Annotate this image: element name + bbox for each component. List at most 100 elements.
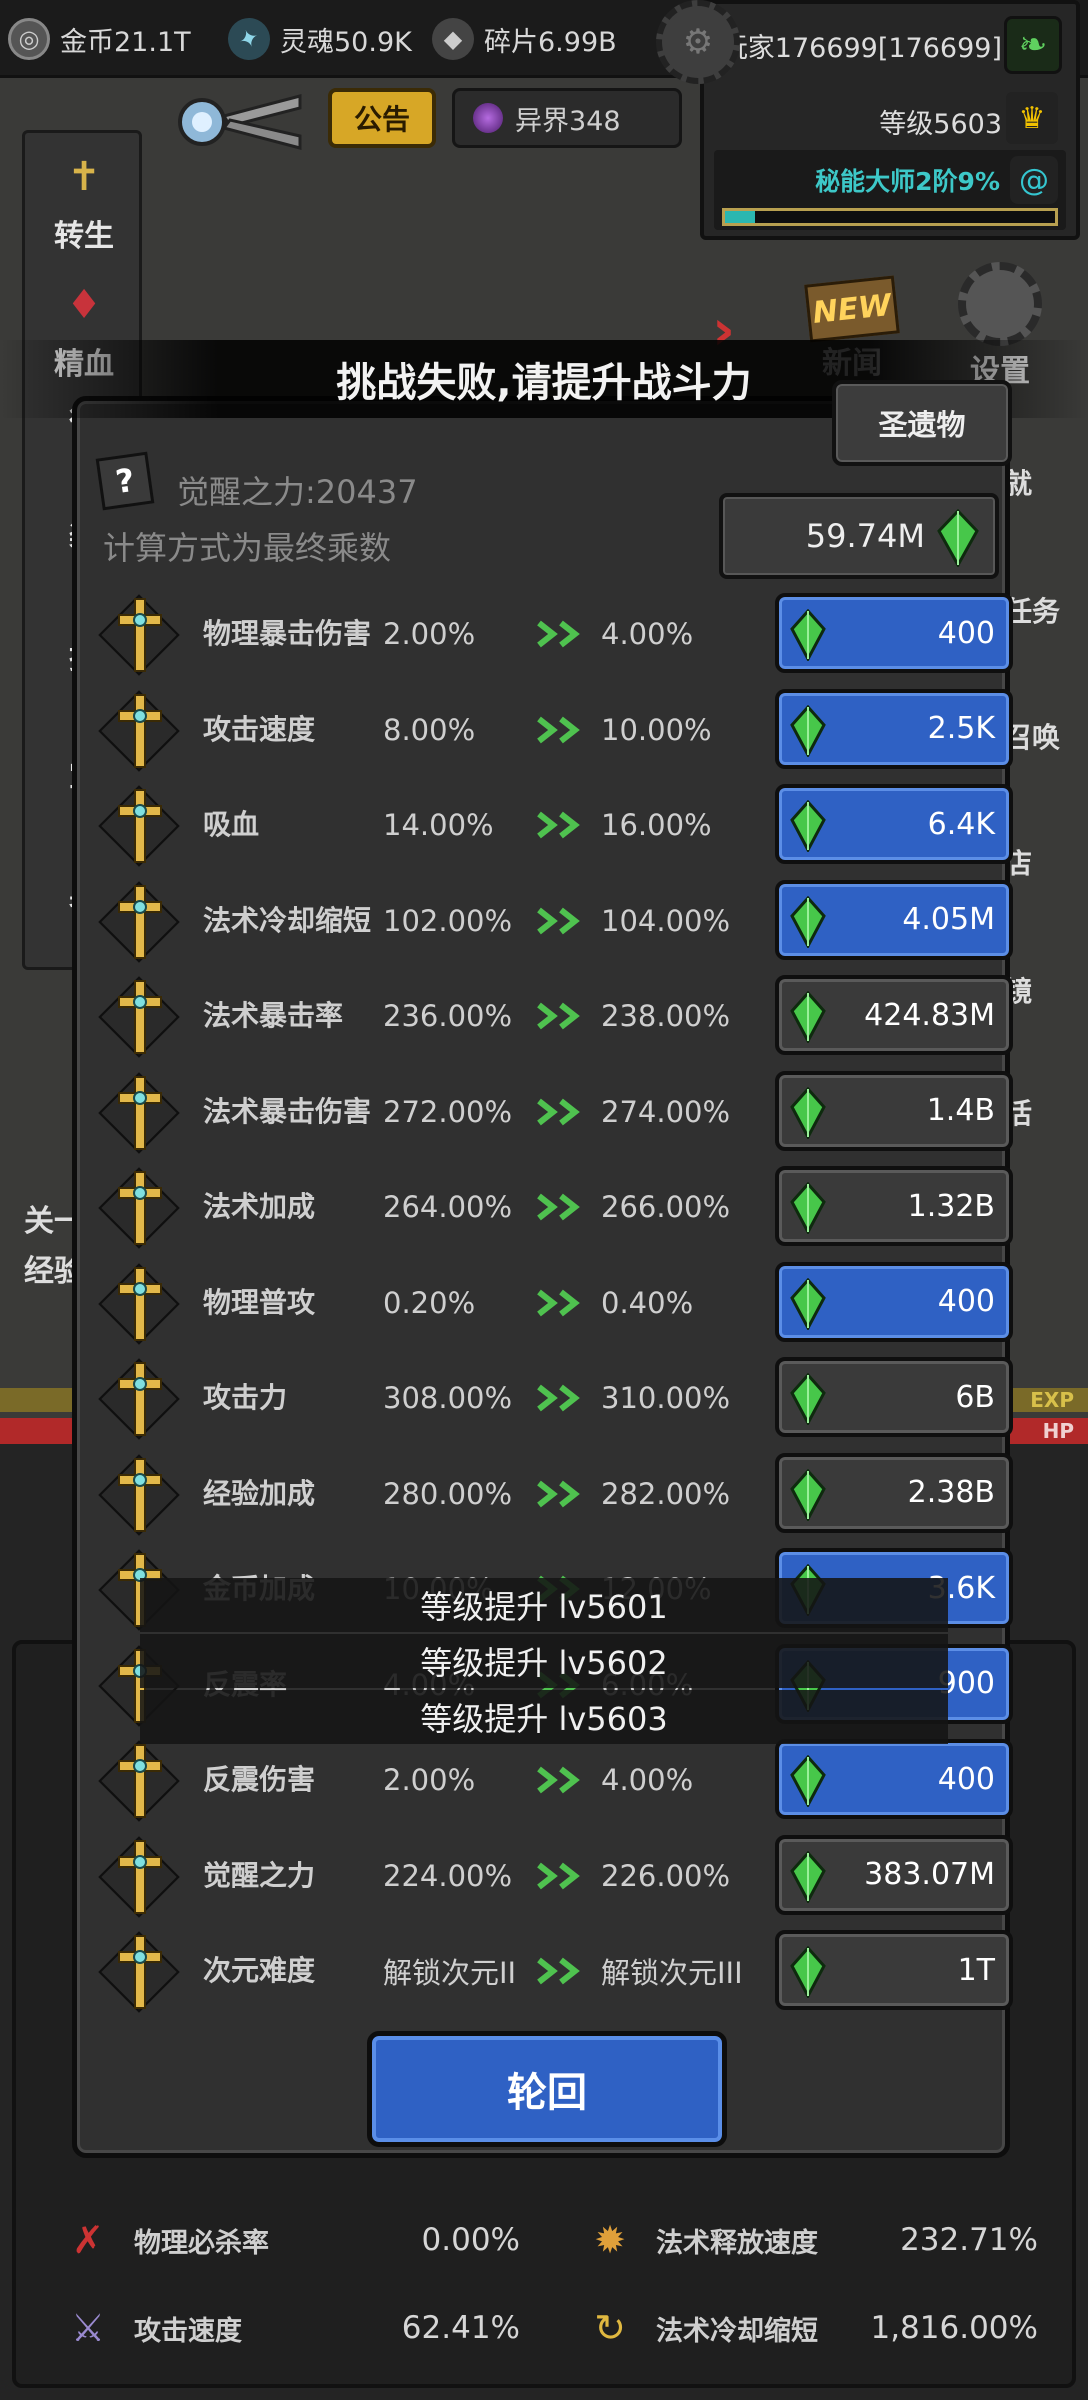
feather-icon[interactable]: ❧	[1004, 16, 1062, 74]
crown-icon[interactable]: ♛	[1006, 92, 1058, 144]
player-panel: 玩家176699[176699] ❧ 等级5603 ♛ 秘能大师2阶9% @	[700, 0, 1080, 240]
coin-icon: ◎	[8, 18, 50, 60]
upgrade-row: 法术冷却缩短 102.00% 104.00% 4.05M	[91, 876, 1013, 966]
notice-button[interactable]: 公告	[328, 88, 436, 148]
upgrade-cost-button[interactable]: 400	[775, 1261, 1013, 1342]
exp-label: EXP	[1030, 1388, 1074, 1412]
upgrade-name: 觉醒之力	[203, 1858, 316, 1892]
soul-value: 灵魂50.9K	[280, 26, 412, 58]
upgrade-row: 法术暴击率 236.00% 238.00% 424.83M	[91, 971, 1013, 1061]
upgrade-cost: 1.4B	[926, 1093, 995, 1128]
green-gem-icon	[790, 1277, 826, 1330]
double-arrow-icon	[537, 1002, 580, 1030]
stat-row: ⚔ 攻击速度 62.41%	[60, 2290, 520, 2366]
upgrade-cost: 6.4K	[927, 806, 995, 842]
green-gem-icon	[790, 1755, 826, 1807]
soul-resource: ✦ 灵魂50.9K	[222, 12, 412, 66]
upgrade-cost-button[interactable]: 6.4K	[775, 784, 1013, 864]
upgrade-cost-button[interactable]: 4.05M	[775, 879, 1013, 960]
upgrade-name: 法术加成	[203, 1190, 316, 1223]
shard-resource: ◆ 碎片6.99B	[432, 14, 617, 64]
upgrade-cost-button[interactable]: 2.5K	[775, 688, 1013, 769]
upgrade-name: 次元难度	[203, 1954, 316, 1987]
upgrade-next: 282.00%	[601, 1476, 731, 1511]
golden-cross-icon	[118, 884, 162, 959]
menu-rebirth[interactable]: ✝ 转生	[29, 145, 139, 255]
golden-cross-icon	[118, 1935, 162, 2009]
gold-resource: ◎ 金币21.1T	[8, 14, 191, 64]
calc-note: 计算方式为最终乘数	[103, 529, 392, 567]
player-name: 玩家176699[176699]	[720, 33, 1002, 64]
stat-row: ✹ 法术释放速度 232.71%	[582, 2202, 1038, 2278]
upgrade-cost: 400	[937, 1761, 995, 1797]
upgrade-cost: 1.32B	[907, 1188, 995, 1224]
upgrade-current: 224.00%	[383, 1858, 513, 1893]
swirl-icon[interactable]: @	[1010, 156, 1058, 204]
gear-icon[interactable]: ⚙	[656, 0, 740, 84]
upgrade-row: 攻击速度 8.00% 10.00% 2.5K	[91, 685, 1013, 775]
upgrade-next: 0.40%	[601, 1285, 694, 1320]
total-cost-box: 59.74M	[719, 493, 999, 579]
spiral-icon: ↻	[594, 2306, 626, 2350]
upgrade-row: 反震伤害 2.00% 4.00% 400	[91, 1735, 1013, 1825]
golden-cross-icon	[118, 1457, 162, 1532]
upgrade-cost-button[interactable]: 383.07M	[775, 1834, 1013, 1915]
green-gem-icon	[790, 895, 826, 948]
upgrade-next: 4.00%	[601, 1763, 694, 1797]
shard-value: 碎片6.99B	[484, 26, 617, 58]
relic-button[interactable]: 圣遗物	[832, 380, 1012, 466]
upgrade-cost-button[interactable]: 424.83M	[775, 975, 1013, 1055]
upgrade-next: 解锁次元III	[601, 1956, 743, 1990]
double-arrow-icon	[537, 1384, 580, 1412]
stat-value: 62.41%	[401, 2310, 520, 2346]
double-arrow-icon	[537, 1289, 580, 1316]
upgrade-cost-button[interactable]: 6B	[775, 1357, 1013, 1437]
key-icon	[178, 94, 302, 150]
upgrade-next: 266.00%	[601, 1190, 731, 1224]
rank-progress-fill	[725, 211, 755, 223]
crossed-swords-icon: ⚔	[70, 2306, 106, 2350]
upgrade-name: 法术暴击率	[203, 999, 344, 1032]
help-button[interactable]: ?	[95, 451, 155, 511]
upgrade-name: 攻击速度	[203, 712, 316, 746]
upgrade-name: 物理暴击伤害	[203, 617, 372, 650]
level-up-toast: 等级提升 lv5601	[140, 1578, 948, 1632]
golden-cross-icon	[118, 1362, 162, 1436]
upgrade-cost: 400	[937, 1284, 995, 1319]
reborn-button[interactable]: 轮回	[367, 2031, 727, 2147]
golden-cross-icon	[118, 598, 162, 672]
stat-value: 0.00%	[421, 2222, 520, 2258]
upgrade-cost-button[interactable]: 1.4B	[775, 1070, 1013, 1151]
golden-cross-icon	[118, 789, 162, 863]
stat-name: 法术释放速度	[656, 2227, 818, 2259]
upgrade-cost-button[interactable]: 2.38B	[775, 1452, 1013, 1533]
double-arrow-icon	[537, 1766, 580, 1794]
upgrade-row: 觉醒之力 224.00% 226.00% 383.07M	[91, 1831, 1013, 1921]
upgrade-cost: 400	[937, 615, 995, 651]
double-arrow-icon	[537, 1480, 580, 1507]
upgrade-cost: 424.83M	[864, 997, 995, 1033]
upgrade-current: 264.00%	[383, 1190, 513, 1224]
flame-shield-icon: ✹	[594, 2218, 626, 2262]
upgrade-row: 物理普攻 0.20% 0.40% 400	[91, 1258, 1013, 1348]
upgrade-cost-button[interactable]: 400	[775, 593, 1013, 673]
otherworld-button[interactable]: 异界348	[452, 88, 682, 148]
stat-name: 物理必杀率	[134, 2227, 269, 2259]
upgrade-current: 280.00%	[383, 1476, 513, 1511]
upgrade-next: 310.00%	[601, 1381, 731, 1415]
upgrade-name: 反震伤害	[203, 1763, 316, 1796]
upgrade-cost-button[interactable]: 1T	[775, 1930, 1013, 2010]
upgrade-cost-button[interactable]: 1.32B	[775, 1166, 1013, 1246]
settings-gear-icon	[958, 262, 1042, 346]
upgrade-next: 4.00%	[601, 617, 694, 651]
upgrade-cost: 6B	[955, 1379, 995, 1415]
upgrade-next: 10.00%	[601, 712, 712, 747]
green-gem-icon	[937, 509, 979, 567]
green-gem-icon	[790, 800, 826, 852]
portal-icon	[473, 103, 503, 133]
upgrade-cost-button[interactable]: 400	[775, 1739, 1013, 1819]
upgrade-name: 物理普攻	[203, 1285, 316, 1319]
upgrade-cost: 2.5K	[927, 711, 995, 746]
gold-value: 金币21.1T	[60, 26, 191, 58]
upgrade-row: 吸血 14.00% 16.00% 6.4K	[91, 780, 1013, 870]
